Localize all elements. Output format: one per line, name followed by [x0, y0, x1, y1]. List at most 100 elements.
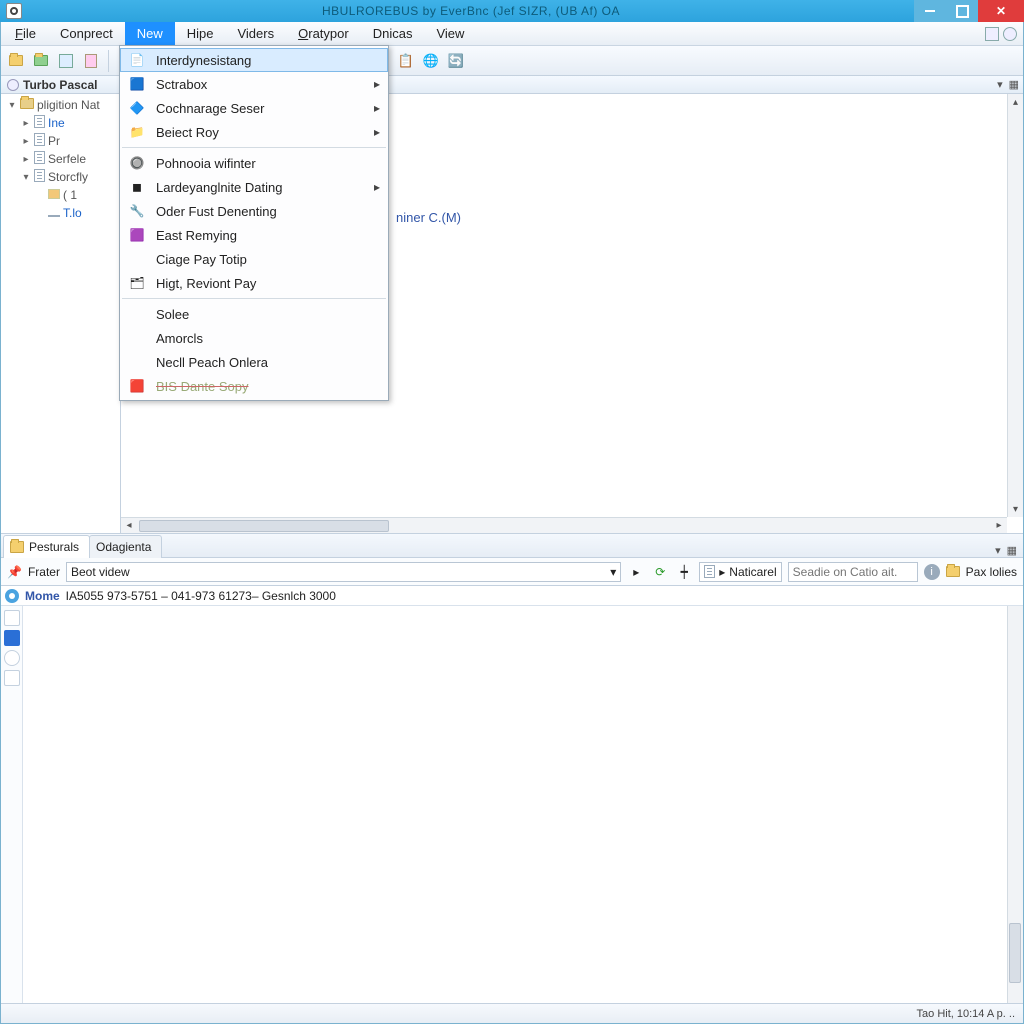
menu-oratypor[interactable]: Oratypor: [286, 22, 361, 45]
tree-arrow-icon: ▾: [21, 172, 31, 183]
menu-item[interactable]: Amorcls: [120, 326, 388, 350]
tree-node-icon: [34, 151, 45, 167]
right-label: Pax lolies: [966, 565, 1017, 579]
tool-new-folder[interactable]: [5, 50, 27, 72]
folder-icon[interactable]: [946, 566, 960, 577]
results-vscrollbar[interactable]: [1007, 606, 1023, 1003]
doc-hscrollbar[interactable]: ◂ ▸: [121, 517, 1007, 533]
filter-refresh-icon[interactable]: ⟳: [651, 563, 669, 581]
menu-item[interactable]: 🟪East Remying: [120, 223, 388, 247]
tree-node[interactable]: ▸Pr: [3, 132, 120, 150]
tree-node[interactable]: ▾Storcfly: [3, 168, 120, 186]
tray-icon-1[interactable]: [985, 27, 999, 41]
menu-item[interactable]: 🟥BIS Dante Sopy: [120, 374, 388, 398]
result-row[interactable]: Mome IA5055 973-5751 – 041-973 61273– Ge…: [1, 586, 1023, 606]
menubar-tray: [985, 22, 1021, 45]
tree-node-label: Serfele: [48, 152, 86, 166]
tabs-drop-icon[interactable]: ▾: [995, 544, 1001, 557]
tool-globe-icon[interactable]: 🌐: [420, 50, 442, 72]
tree-node[interactable]: ( 1: [3, 186, 120, 204]
chevron-down-icon: ▾: [610, 565, 616, 579]
tab-odagienta[interactable]: Odagienta: [89, 535, 162, 558]
menu-item[interactable]: 🔷Cochnarage Seser: [120, 96, 388, 120]
menu-new[interactable]: New: [125, 22, 175, 45]
tree-node[interactable]: T.lo: [3, 204, 120, 222]
tool-refresh-icon[interactable]: 🔄: [445, 50, 467, 72]
menu-dnicas[interactable]: Dnicas: [361, 22, 425, 45]
menu-view[interactable]: View: [424, 22, 476, 45]
menu-item[interactable]: 🗂Higt, Reviont Pay: [120, 271, 388, 295]
sidebar: Turbo Pascal ▾pligition Nat▸Ine▸Pr▸Serfe…: [1, 76, 121, 533]
minimize-button[interactable]: [914, 0, 946, 22]
bottom-panel: Pesturals Odagienta ▾ ▦ 📌 Frater Beot vi…: [1, 533, 1023, 1003]
filter-right: i Pax lolies: [788, 562, 1017, 582]
menu-item[interactable]: 🔧Oder Fust Denenting: [120, 199, 388, 223]
filter-label: Frater: [28, 565, 60, 579]
window-title: HBULROREBUS by EverBnc (Jef SIZR, (UB Af…: [28, 4, 914, 18]
document-snippet: niner C.(M): [396, 210, 461, 225]
hscroll-thumb[interactable]: [139, 520, 389, 532]
bottom-tabs-tray: ▾ ▦: [995, 544, 1021, 557]
menu-hipe[interactable]: Hipe: [175, 22, 226, 45]
close-button[interactable]: [978, 0, 1024, 22]
tree-node[interactable]: ▸Ine: [3, 114, 120, 132]
maximize-button[interactable]: [946, 0, 978, 22]
mode-combo[interactable]: ▸ Naticarel: [699, 562, 781, 582]
menu-item[interactable]: 📁Beiect Roy: [120, 120, 388, 144]
tree-arrow-icon: ▾: [7, 100, 17, 111]
tree-node[interactable]: ▸Serfele: [3, 150, 120, 168]
strip-chip-3[interactable]: [4, 650, 20, 666]
tabs-grid-icon[interactable]: ▦: [1007, 544, 1017, 557]
tool-open[interactable]: [30, 50, 52, 72]
tab-pesturals[interactable]: Pesturals: [3, 535, 90, 558]
strip-chip-4[interactable]: [4, 670, 20, 686]
menu-conprect[interactable]: Conprect: [48, 22, 125, 45]
menu-item[interactable]: Solee: [120, 302, 388, 326]
tool-box[interactable]: [55, 50, 77, 72]
tab-label: Pesturals: [29, 540, 79, 554]
filter-add-icon[interactable]: ┿: [675, 563, 693, 581]
menu-item-icon: [128, 329, 146, 347]
tray-icon-2[interactable]: [1003, 27, 1017, 41]
menu-item[interactable]: 🔘Pohnooia wifinter: [120, 151, 388, 175]
menu-viders[interactable]: Viders: [225, 22, 286, 45]
menu-item[interactable]: ◼Lardeyanglnite Dating: [120, 175, 388, 199]
doc-head-grid-icon[interactable]: ▦: [1009, 78, 1019, 91]
folder-icon: [10, 541, 24, 553]
menu-item[interactable]: 📄Interdynesistang: [120, 48, 388, 72]
scroll-up-icon[interactable]: ▴: [1008, 94, 1023, 110]
results-scroll-thumb[interactable]: [1009, 923, 1021, 983]
menu-item-label: Necll Peach Onlera: [156, 355, 268, 370]
scroll-down-icon[interactable]: ▾: [1008, 501, 1023, 517]
pin-icon[interactable]: 📌: [7, 565, 22, 579]
strip-chip-2[interactable]: [4, 630, 20, 646]
menu-item[interactable]: 🟦Sctrabox: [120, 72, 388, 96]
doc-vscrollbar[interactable]: ▴ ▾: [1007, 94, 1023, 517]
menu-item-label: Beiect Roy: [156, 125, 219, 140]
menu-item-label: Interdynesistang: [156, 53, 251, 68]
search-input[interactable]: [788, 562, 918, 582]
menu-item-label: BIS Dante Sopy: [156, 379, 249, 394]
menu-item[interactable]: Necll Peach Onlera: [120, 350, 388, 374]
tool-copy-icon[interactable]: 📋: [395, 50, 417, 72]
info-icon[interactable]: i: [924, 564, 940, 580]
menu-item[interactable]: Ciage Pay Totip: [120, 247, 388, 271]
scroll-right-icon[interactable]: ▸: [991, 520, 1007, 531]
tree-node-label: Ine: [48, 116, 65, 130]
doc-head-drop-icon[interactable]: ▾: [997, 78, 1003, 91]
filter-combo[interactable]: Beot videw ▾: [66, 562, 621, 582]
tool-clip[interactable]: [80, 50, 102, 72]
menu-file[interactable]: File: [3, 22, 48, 45]
results-left-strip: [1, 606, 23, 1003]
project-tree[interactable]: ▾pligition Nat▸Ine▸Pr▸Serfele▾Storcfly( …: [1, 94, 120, 533]
sidebar-header-icon: [7, 79, 19, 91]
strip-chip-1[interactable]: [4, 610, 20, 626]
filter-next-icon[interactable]: ▸: [627, 563, 645, 581]
menu-item-label: Solee: [156, 307, 189, 322]
menu-item-label: Pohnooia wifinter: [156, 156, 256, 171]
tree-node[interactable]: ▾pligition Nat: [3, 96, 120, 114]
tree-node-label: T.lo: [63, 206, 82, 220]
scroll-left-icon[interactable]: ◂: [121, 520, 137, 531]
menu-item-label: Amorcls: [156, 331, 203, 346]
bottom-tabs: Pesturals Odagienta ▾ ▦: [1, 534, 1023, 558]
